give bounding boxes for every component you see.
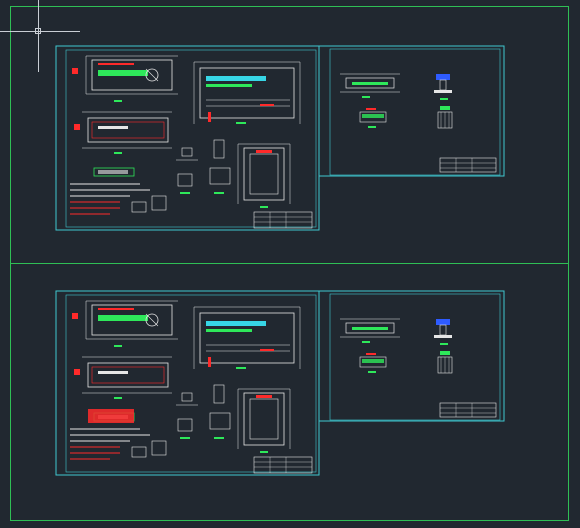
sheet-top-right[interactable] (318, 45, 505, 177)
sheet-bottom-left[interactable] (55, 290, 320, 476)
drawing-layer (55, 45, 505, 476)
cad-model-space[interactable] (0, 0, 580, 528)
sheet-bottom-right[interactable] (318, 290, 505, 422)
sheet-top-left[interactable] (55, 45, 320, 231)
